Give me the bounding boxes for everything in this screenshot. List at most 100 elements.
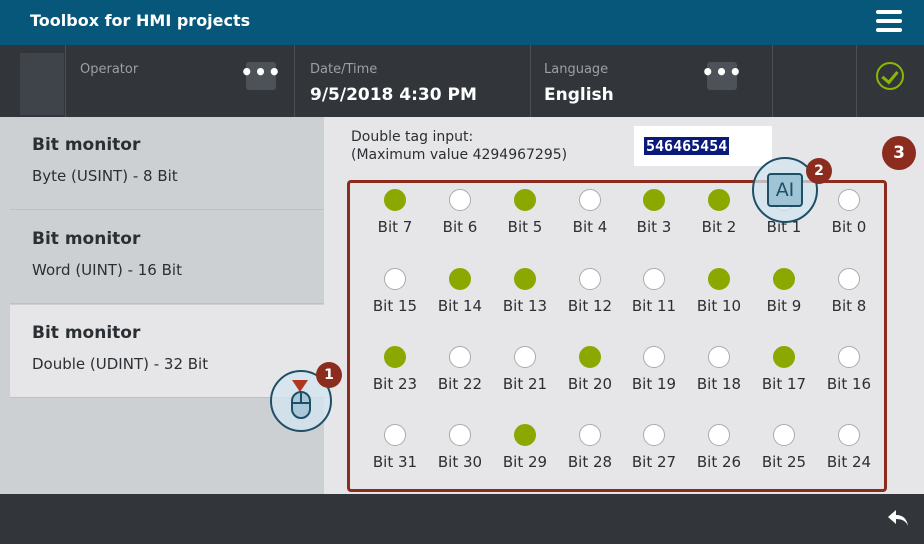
divider [530, 45, 531, 117]
sidebar-item-subtitle: Byte (USINT) - 8 Bit [32, 167, 178, 185]
bit-led [384, 268, 406, 290]
bit-label: Bit 21 [502, 375, 548, 393]
sidebar-item-subtitle: Double (UDINT) - 32 Bit [32, 355, 209, 373]
input-value: 546465454 [644, 137, 730, 155]
language-more-button[interactable]: ••• [701, 62, 742, 90]
ok-check-icon[interactable] [876, 62, 904, 90]
sidebar-item-subtitle: Word (UINT) - 16 Bit [32, 261, 182, 279]
sidebar-item-byte[interactable]: Bit monitor Byte (USINT) - 8 Bit [10, 117, 324, 210]
bit-indicator: Bit 25 [754, 424, 814, 471]
bit-indicator: Bit 29 [495, 424, 555, 471]
bit-indicator: Bit 6 [430, 189, 490, 236]
bit-led [449, 424, 471, 446]
app-title: Toolbox for HMI projects [30, 11, 251, 30]
callout-badge-2: 2 [806, 158, 832, 184]
bit-indicator: Bit 30 [430, 424, 490, 471]
bit-indicator: Bit 4 [560, 189, 620, 236]
bit-label: Bit 30 [437, 453, 483, 471]
hamburger-menu-icon[interactable] [876, 10, 902, 32]
sidebar-item-title: Bit monitor [32, 229, 141, 249]
bit-label: Bit 2 [701, 218, 737, 236]
bit-label: Bit 29 [502, 453, 548, 471]
bit-indicator: Bit 14 [430, 268, 490, 315]
bit-led [514, 424, 536, 446]
bit-indicator: Bit 13 [495, 268, 555, 315]
input-max-hint: (Maximum value 4294967295) [351, 147, 568, 163]
bit-label: Bit 11 [631, 297, 677, 315]
bit-led [708, 268, 730, 290]
bit-led [514, 189, 536, 211]
divider [65, 45, 66, 117]
bit-indicator: Bit 2 [689, 189, 749, 236]
bit-indicator: Bit 28 [560, 424, 620, 471]
sidebar: Bit monitor Byte (USINT) - 8 Bit Bit mon… [0, 117, 324, 494]
bit-indicator: Bit 0 [819, 189, 879, 236]
bit-led [449, 346, 471, 368]
bit-led [579, 424, 601, 446]
callout-badge-3: 3 [882, 136, 916, 170]
bit-label: Bit 3 [636, 218, 672, 236]
bit-indicator: Bit 22 [430, 346, 490, 393]
bit-indicator: Bit 24 [819, 424, 879, 471]
sidebar-item-title: Bit monitor [32, 323, 141, 343]
bit-indicator: Bit 18 [689, 346, 749, 393]
bit-led [514, 268, 536, 290]
bit-led [643, 189, 665, 211]
input-label-line: Double tag input: [351, 129, 474, 145]
bit-indicator: Bit 17 [754, 346, 814, 393]
bit-led [579, 189, 601, 211]
bit-indicator: Bit 7 [365, 189, 425, 236]
more-dots-icon: ••• [240, 60, 282, 84]
more-dots-icon: ••• [701, 60, 743, 84]
divider [856, 45, 857, 117]
operator-more-button[interactable]: ••• [240, 62, 281, 90]
sidebar-item-word[interactable]: Bit monitor Word (UINT) - 16 Bit [10, 211, 324, 304]
back-arrow-icon[interactable] [886, 508, 910, 528]
bit-led [643, 424, 665, 446]
info-bar-block [20, 53, 64, 115]
divider [294, 45, 295, 117]
bit-label: Bit 16 [826, 375, 872, 393]
bit-label: Bit 10 [696, 297, 742, 315]
info-bar: Operator ••• Date/Time 9/5/2018 4:30 PM … [0, 45, 924, 117]
bit-led [449, 189, 471, 211]
bit-indicator: Bit 27 [624, 424, 684, 471]
callout-badge-1: 1 [316, 362, 342, 388]
divider [772, 45, 773, 117]
bit-label: Bit 17 [761, 375, 807, 393]
bit-indicator: Bit 21 [495, 346, 555, 393]
bit-label: Bit 24 [826, 453, 872, 471]
bit-indicator: Bit 5 [495, 189, 555, 236]
bit-label: Bit 13 [502, 297, 548, 315]
bit-indicator: Bit 23 [365, 346, 425, 393]
title-bar: Toolbox for HMI projects [0, 0, 924, 45]
language-label: Language [544, 62, 609, 77]
bit-led [838, 189, 860, 211]
bit-led [384, 424, 406, 446]
bit-indicator: Bit 12 [560, 268, 620, 315]
bit-indicator: Bit 31 [365, 424, 425, 471]
bit-label: Bit 23 [372, 375, 418, 393]
bit-label: Bit 25 [761, 453, 807, 471]
bit-indicator: Bit 15 [365, 268, 425, 315]
datetime-label: Date/Time [310, 62, 378, 77]
bit-led [579, 268, 601, 290]
bit-led [838, 346, 860, 368]
double-tag-input-field[interactable]: 546465454 [634, 126, 772, 166]
bit-led [384, 189, 406, 211]
bit-led [643, 268, 665, 290]
bit-led [773, 424, 795, 446]
bit-label: Bit 4 [572, 218, 608, 236]
bit-label: Bit 28 [567, 453, 613, 471]
footer-bar [0, 494, 924, 544]
bit-label: Bit 9 [766, 297, 802, 315]
bit-indicator: Bit 19 [624, 346, 684, 393]
keyboard-glyph: AI [767, 173, 803, 207]
sidebar-item-title: Bit monitor [32, 135, 141, 155]
bit-label: Bit 7 [377, 218, 413, 236]
bit-label: Bit 14 [437, 297, 483, 315]
operator-label: Operator [80, 62, 139, 77]
bit-label: Bit 19 [631, 375, 677, 393]
bit-indicator: Bit 11 [624, 268, 684, 315]
bit-label: Bit 12 [567, 297, 613, 315]
